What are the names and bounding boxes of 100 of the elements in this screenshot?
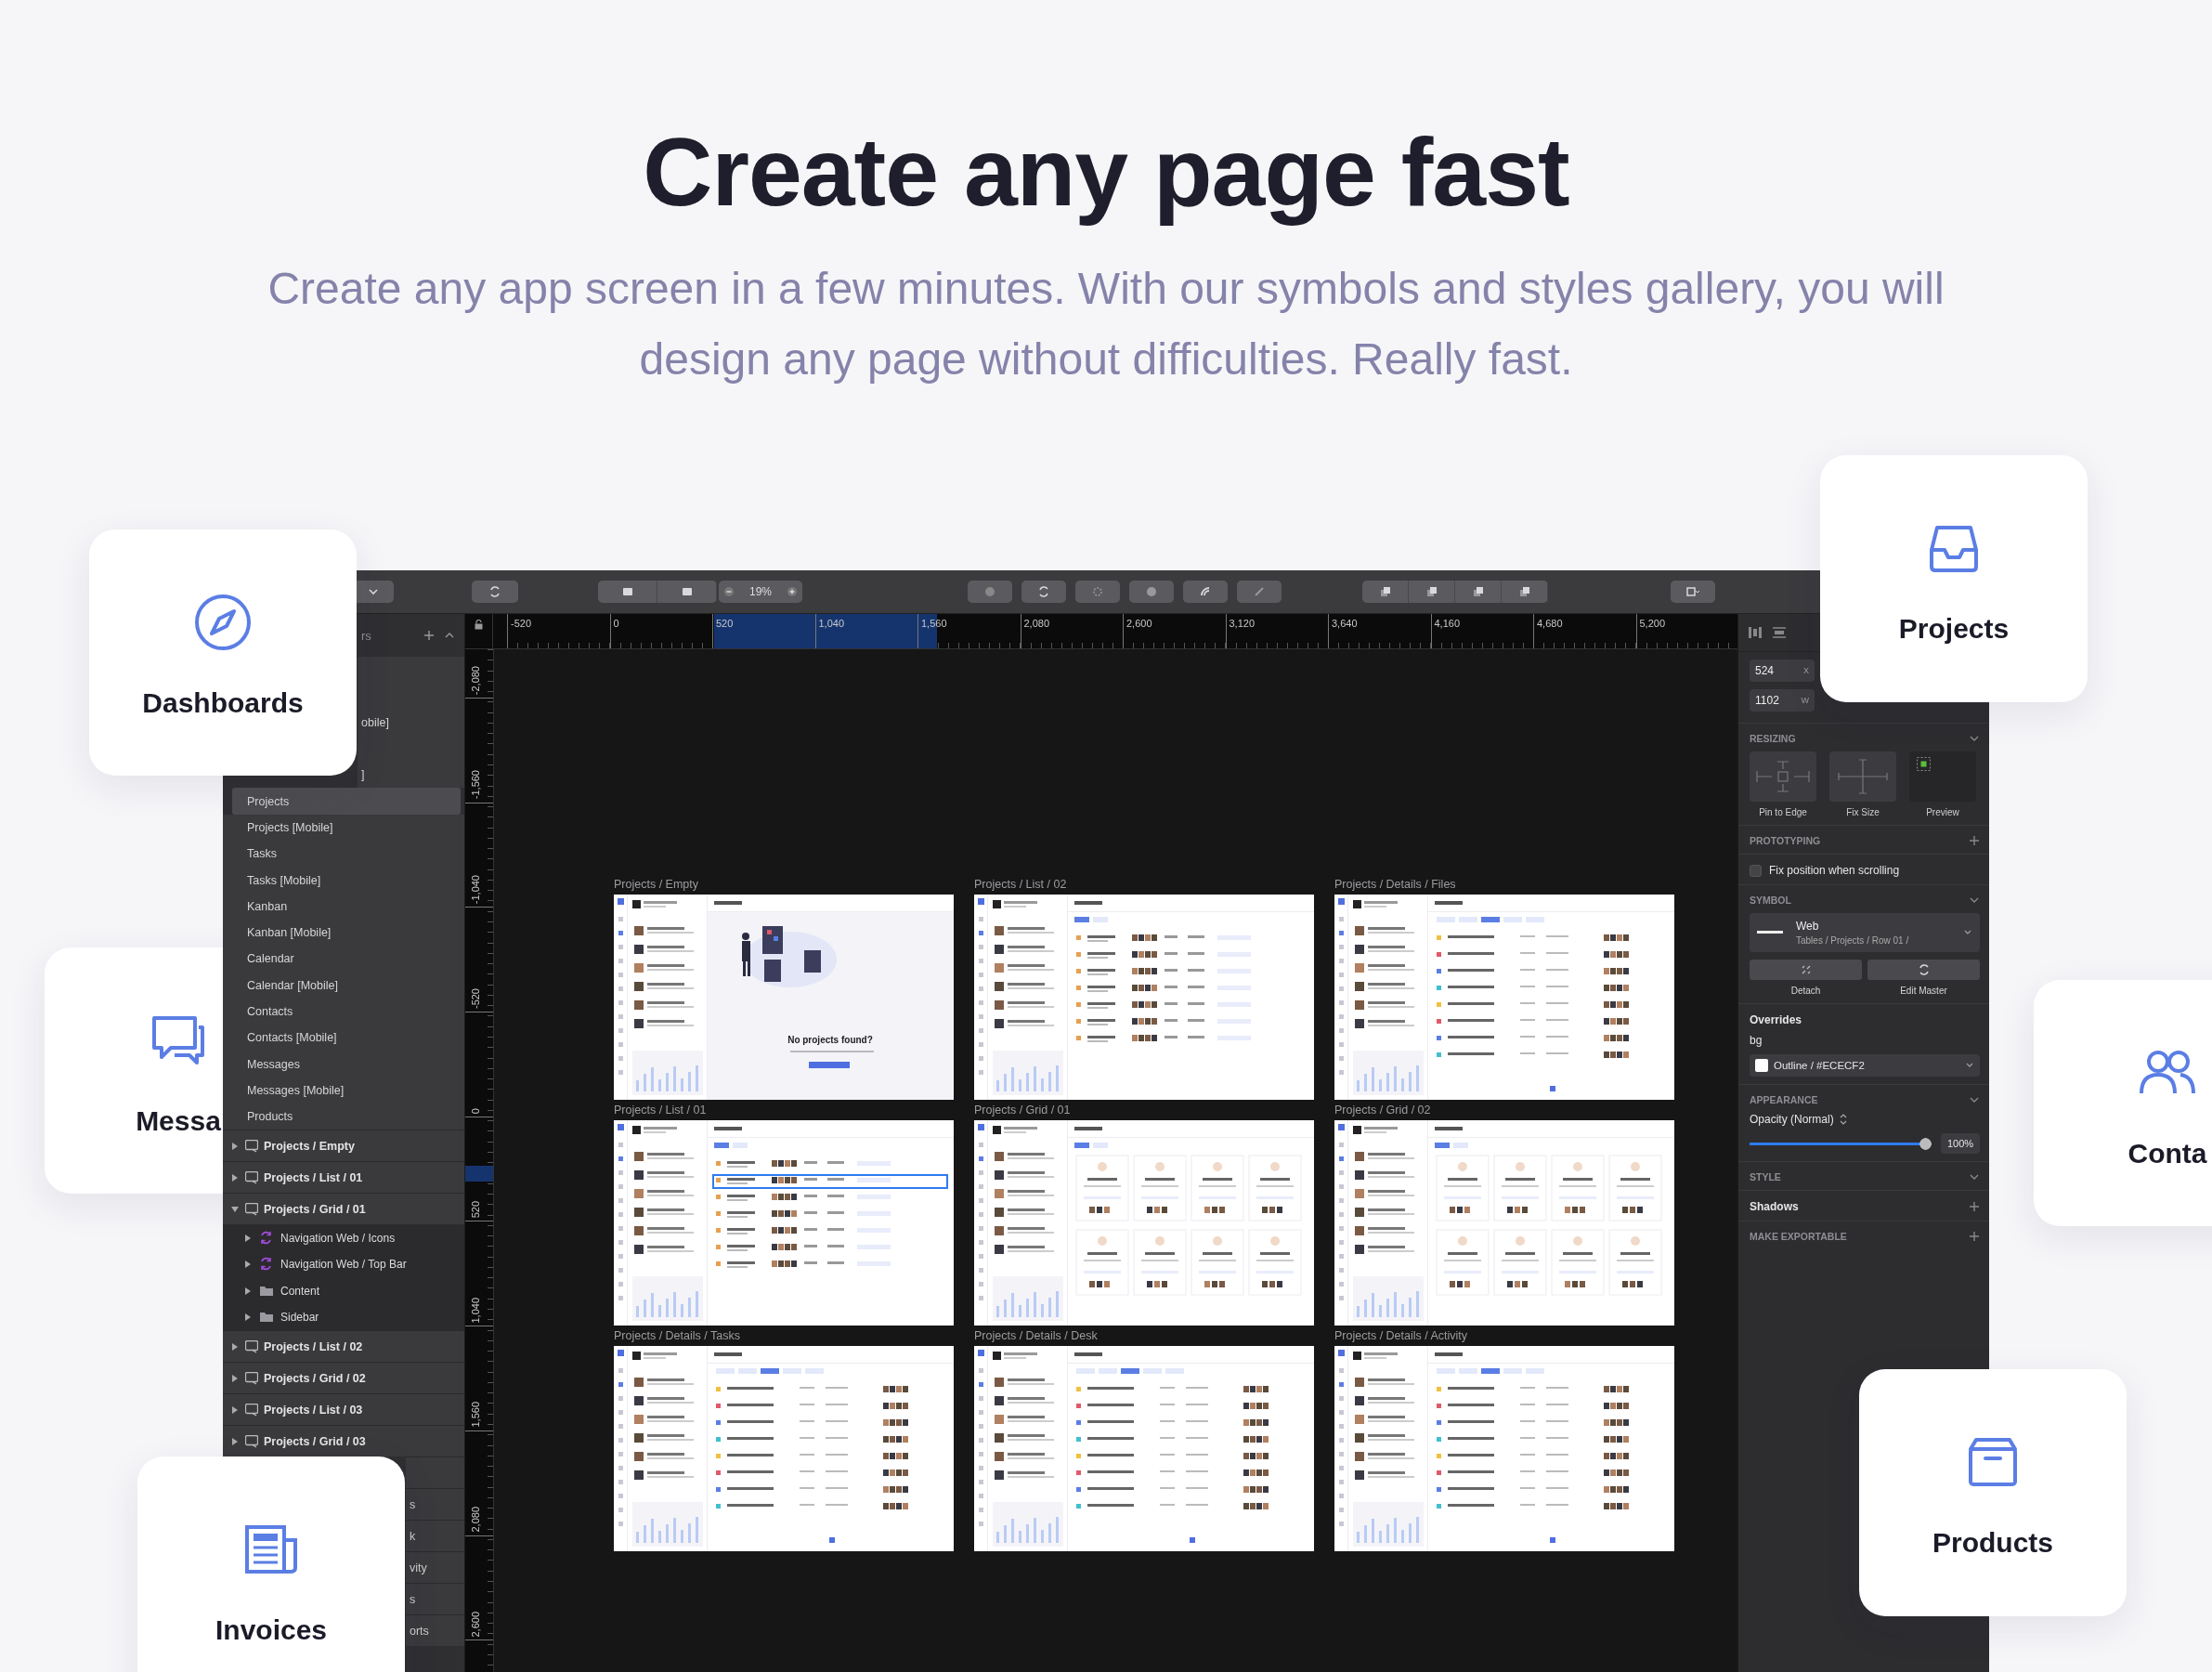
- field-value: 1102: [1755, 694, 1779, 707]
- add-icon[interactable]: [423, 630, 435, 641]
- square-icon: [620, 585, 634, 598]
- expand-arrow-icon[interactable]: [230, 1341, 240, 1352]
- artboard-title[interactable]: Projects / Details / Files: [1334, 874, 1674, 895]
- layer-row[interactable]: Projects / Grid / 03: [223, 1425, 464, 1457]
- sync-icon: [488, 585, 501, 598]
- page-item[interactable]: Calendar [Mobile]: [223, 972, 464, 999]
- sync-button[interactable]: [472, 581, 518, 603]
- expand-arrow-icon[interactable]: [230, 1404, 240, 1415]
- symbol-dropdown[interactable]: Web Tables / Projects / Row 01 /: [1750, 913, 1980, 952]
- expand-arrow-icon[interactable]: [230, 1172, 240, 1182]
- zoom-out-icon[interactable]: [723, 586, 735, 597]
- number-field[interactable]: 1102 W: [1750, 689, 1815, 712]
- page-item[interactable]: Tasks: [223, 841, 464, 868]
- page-item[interactable]: ]: [358, 762, 464, 789]
- scale-button[interactable]: [1183, 581, 1228, 603]
- expand-arrow-icon[interactable]: [230, 1204, 240, 1214]
- layer-name[interactable]: Projects / List / 02: [264, 1339, 363, 1353]
- page-item[interactable]: Kanban [Mobile]: [223, 919, 464, 947]
- layer-row[interactable]: Projects / Grid / 01: [223, 1193, 464, 1225]
- layer-row[interactable]: Projects / Empty: [223, 1130, 464, 1162]
- artboard-title[interactable]: Projects / List / 01: [614, 1100, 954, 1120]
- control-label: Pin to Edge: [1759, 807, 1807, 817]
- section-title: Shadows: [1750, 1200, 1799, 1213]
- layer-row[interactable]: Projects / List / 03: [223, 1393, 464, 1426]
- layer-row[interactable]: Projects / List / 02: [223, 1330, 464, 1363]
- artboard-title[interactable]: Projects / List / 02: [974, 874, 1314, 895]
- expand-arrow-icon[interactable]: [230, 1373, 240, 1383]
- ruler-label: -520: [511, 618, 532, 629]
- number-field[interactable]: 524 X: [1750, 660, 1815, 682]
- page-item[interactable]: Contacts: [223, 998, 464, 1025]
- stepper-icon[interactable]: [1839, 1114, 1847, 1125]
- expand-arrow-icon[interactable]: [243, 1313, 253, 1323]
- section-title: STYLE: [1750, 1171, 1781, 1182]
- artboard-title[interactable]: Projects / Details / Activity: [1334, 1326, 1674, 1346]
- page-item[interactable]: Messages [Mobile]: [223, 1077, 464, 1104]
- add-icon[interactable]: [1969, 1231, 1980, 1242]
- checkbox-label: Fix position when scrolling: [1769, 864, 1900, 877]
- zoom-in-icon[interactable]: [787, 586, 798, 597]
- opacity-field[interactable]: 100%: [1941, 1133, 1980, 1154]
- page-item[interactable]: Kanban: [223, 893, 464, 920]
- view-menu-button[interactable]: [1671, 581, 1715, 603]
- card-title: Projects: [1898, 613, 2010, 645]
- expand-arrow-icon[interactable]: [243, 1286, 253, 1296]
- union-button[interactable]: [968, 581, 1012, 603]
- expand-arrow-icon[interactable]: [243, 1233, 253, 1243]
- distribute-icon[interactable]: [1748, 626, 1763, 639]
- artboard-title[interactable]: Projects / Grid / 01: [974, 1100, 1314, 1120]
- layer-name[interactable]: Projects / List / 03: [264, 1403, 363, 1417]
- settings-icon: [1091, 585, 1104, 598]
- page-item[interactable]: Projects: [232, 788, 461, 815]
- rotate-button[interactable]: [1021, 581, 1066, 603]
- layers-icon: [1425, 585, 1438, 598]
- page-subheading: Create any app screen in a few minutes. With our symbols and styles gallery, you will design any page without difficulties. Really fast.: [267, 263, 1945, 385]
- layer-name[interactable]: Navigation Web / Icons: [280, 1231, 396, 1245]
- layer-row[interactable]: s: [406, 1583, 464, 1615]
- layer-name[interactable]: Projects / Empty: [264, 1139, 355, 1153]
- layer-name[interactable]: Content: [280, 1284, 320, 1298]
- page-item[interactable]: obile]: [358, 709, 464, 736]
- lock-icon[interactable]: [475, 620, 483, 630]
- page-item[interactable]: Messages: [223, 1051, 464, 1078]
- mask-button[interactable]: [1129, 581, 1174, 603]
- add-icon[interactable]: [1969, 1201, 1980, 1212]
- artboard-title[interactable]: Projects / Empty: [614, 874, 954, 895]
- zoom-control[interactable]: 19%: [719, 581, 802, 603]
- circle-icon: [1145, 585, 1158, 598]
- layer-row[interactable]: Projects / Grid / 02: [223, 1362, 464, 1394]
- layer-row[interactable]: Sidebar: [223, 1303, 464, 1331]
- artboard-title[interactable]: Projects / Grid / 02: [1334, 1100, 1674, 1120]
- expand-arrow-icon[interactable]: [230, 1436, 240, 1446]
- layer-name[interactable]: Projects / Grid / 02: [264, 1371, 366, 1385]
- layer-row[interactable]: k: [406, 1520, 464, 1552]
- layer-name[interactable]: Projects / Grid / 03: [264, 1434, 366, 1448]
- override-dropdown[interactable]: Outline / #ECECF2: [1750, 1054, 1980, 1077]
- layer-name[interactable]: Projects / List / 01: [264, 1170, 363, 1184]
- layer-row[interactable]: Navigation Web / Icons: [223, 1224, 464, 1251]
- layer-row[interactable]: orts: [406, 1614, 464, 1647]
- page-item[interactable]: Projects [Mobile]: [223, 814, 464, 842]
- artboard-title[interactable]: Projects / Details / Desk: [974, 1326, 1314, 1346]
- layer-row[interactable]: vity: [406, 1551, 464, 1584]
- layer-row[interactable]: s: [406, 1488, 464, 1521]
- layer-row[interactable]: Content: [223, 1277, 464, 1304]
- expand-arrow-icon[interactable]: [243, 1260, 253, 1270]
- layer-name[interactable]: Navigation Web / Top Bar: [280, 1258, 407, 1272]
- layer-name[interactable]: Sidebar: [280, 1311, 319, 1325]
- ruler-label: 2,600: [1126, 618, 1152, 629]
- layer-name[interactable]: Projects / Grid / 01: [264, 1202, 366, 1216]
- page-item[interactable]: Tasks [Mobile]: [223, 867, 464, 894]
- layer-row[interactable]: Navigation Web / Top Bar: [223, 1250, 464, 1278]
- checkbox[interactable]: [1750, 864, 1762, 877]
- add-icon[interactable]: [1969, 835, 1980, 846]
- page-item[interactable]: Calendar: [223, 946, 464, 973]
- page-item[interactable]: Products: [223, 1104, 464, 1130]
- expand-arrow-icon[interactable]: [230, 1141, 240, 1151]
- ruler-label: 2,600: [470, 1611, 481, 1639]
- artboard-title[interactable]: Projects / Details / Tasks: [614, 1326, 954, 1346]
- page-item[interactable]: Contacts [Mobile]: [223, 1025, 464, 1052]
- align-icon[interactable]: [1772, 626, 1787, 639]
- layer-row[interactable]: Projects / List / 01: [223, 1161, 464, 1194]
